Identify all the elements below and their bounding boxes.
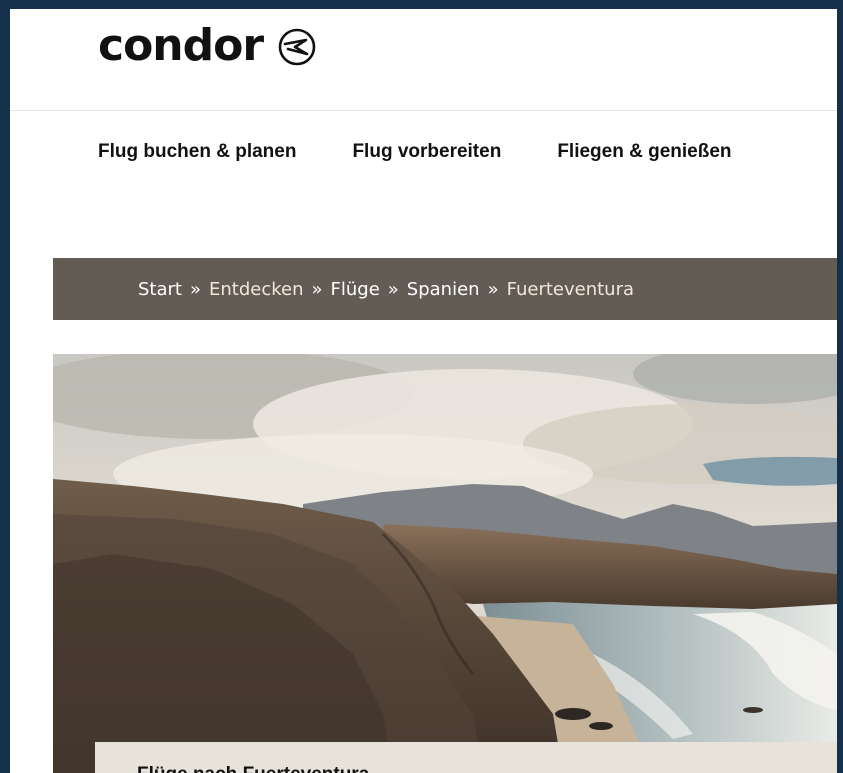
- browser-viewport: condor Flug buchen & planen Flug vorbere…: [10, 9, 837, 773]
- nav-item-flug-buchen-planen[interactable]: Flug buchen & planen: [98, 141, 296, 163]
- hero-image: [53, 354, 837, 773]
- breadcrumb-separator: »: [387, 278, 399, 300]
- breadcrumb-start[interactable]: Start: [138, 279, 182, 300]
- caption-title: Flüge nach Fuerteventura: [137, 764, 369, 773]
- logo-wordmark: condor: [98, 20, 264, 71]
- breadcrumb-fluege[interactable]: Flüge: [331, 279, 380, 300]
- coastal-cliffs-beach-photo: [53, 354, 837, 773]
- breadcrumb-separator: »: [487, 278, 499, 300]
- nav-item-flug-vorbereiten[interactable]: Flug vorbereiten: [352, 141, 501, 163]
- breadcrumb-fuerteventura: Fuerteventura: [506, 278, 635, 300]
- destination-caption-card: Flüge nach Fuerteventura: [95, 742, 837, 773]
- breadcrumb-separator: »: [189, 278, 201, 300]
- site-header: condor: [10, 9, 837, 111]
- condor-logo[interactable]: condor: [98, 21, 317, 71]
- condor-bird-circle-icon: [278, 28, 316, 66]
- nav-item-fliegen-geniessen[interactable]: Fliegen & genießen: [557, 141, 731, 163]
- breadcrumb-spanien[interactable]: Spanien: [407, 279, 480, 300]
- breadcrumb-entdecken[interactable]: Entdecken: [209, 279, 304, 300]
- breadcrumb-separator: »: [311, 278, 323, 300]
- breadcrumb: Start » Entdecken » Flüge » Spanien » Fu…: [53, 258, 837, 320]
- main-navigation: Flug buchen & planen Flug vorbereiten Fl…: [98, 141, 732, 163]
